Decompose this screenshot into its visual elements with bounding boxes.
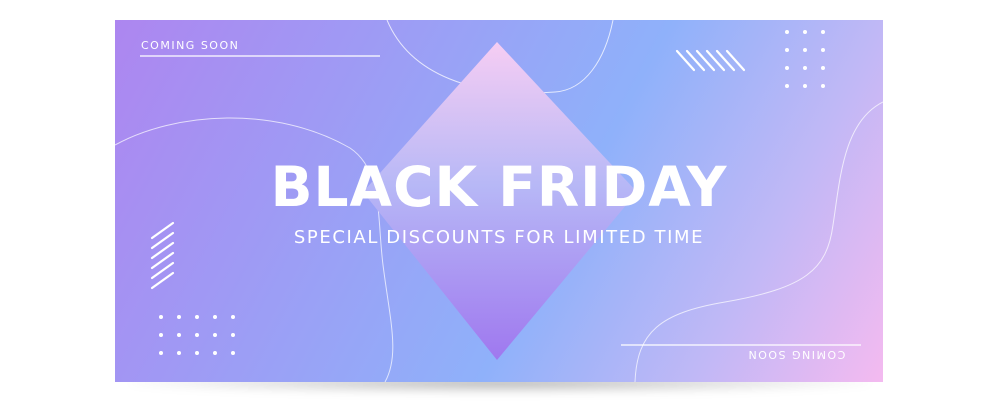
dot-grid-bottom-left — [159, 315, 235, 355]
headline: BLACK FRIDAY — [270, 155, 728, 219]
canvas: COMING SOON BLACK FRIDAY SPECIAL DISCOUN… — [0, 0, 1000, 406]
dot-grid-top-right — [785, 30, 825, 88]
subheadline: SPECIAL DISCOUNTS FOR LIMITED TIME — [293, 227, 705, 248]
bottom-coming-soon-label: COMING SOON — [747, 348, 846, 361]
top-coming-soon-label: COMING SOON — [141, 39, 240, 52]
stripes-top-right — [675, 49, 746, 72]
black-friday-banner: COMING SOON BLACK FRIDAY SPECIAL DISCOUN… — [115, 20, 883, 382]
